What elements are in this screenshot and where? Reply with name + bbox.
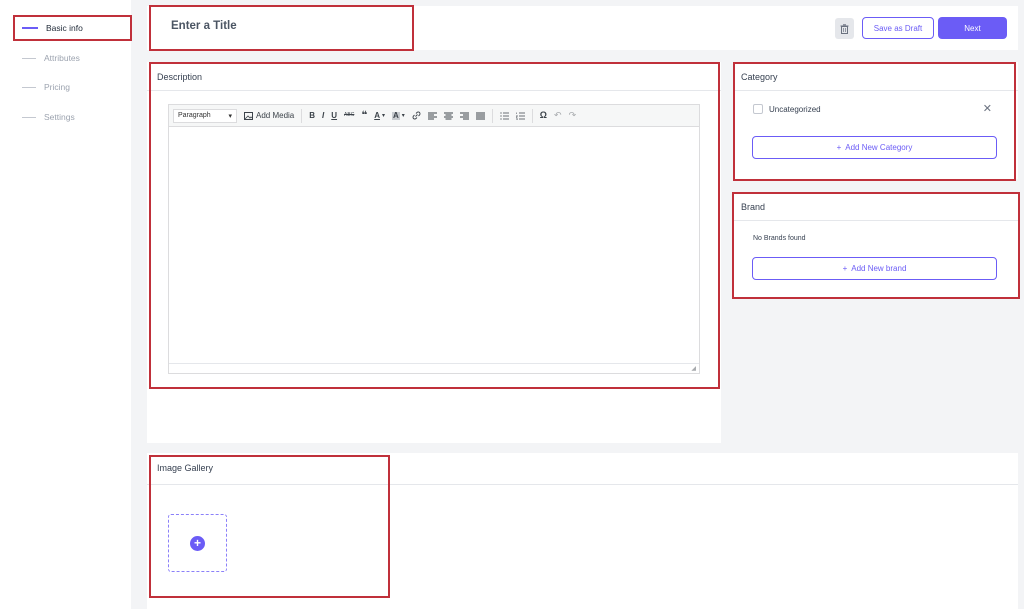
italic-icon[interactable]: I [322,111,324,120]
sidebar-item-label: Pricing [44,82,70,92]
category-title: Category [741,72,778,82]
toolbar-separator [301,108,303,123]
strikethrough-icon[interactable]: ABC [344,113,354,118]
plus-icon: + [836,143,842,152]
delete-button[interactable] [835,18,854,39]
editor-statusbar: ◢ [169,363,699,373]
category-checkbox[interactable] [753,104,763,114]
divider [733,220,1018,221]
toolbar-separator [531,108,533,123]
align-left-icon[interactable] [427,112,437,120]
sidebar-item-basic-info[interactable]: Basic info [22,23,83,33]
link-icon[interactable] [412,111,421,120]
brand-title: Brand [741,202,766,212]
sidebar: Basic info Attributes Pricing Settings [0,0,131,609]
editor-toolbar: Paragraph ▾ Add Media B I U ABC ❝ A ▾ A ▾ [169,105,699,127]
sidebar-item-label: Basic info [46,23,83,33]
close-icon[interactable]: ✕ [983,102,992,115]
dash-indicator [22,57,36,59]
rich-text-editor[interactable]: Paragraph ▾ Add Media B I U ABC ❝ A ▾ A ▾ [168,104,700,374]
chevron-down-icon: ▾ [228,112,232,120]
header-bar: Save as Draft Next [147,6,1018,50]
description-title: Description [157,72,203,82]
dash-indicator [22,86,36,88]
underline-icon[interactable]: U [331,111,337,120]
add-category-button[interactable]: + Add New Category [752,136,997,159]
add-brand-label: Add New brand [851,264,907,273]
undo-icon[interactable]: ↶ [554,111,562,120]
toolbar-separator [491,108,493,123]
plus-icon: + [842,264,848,273]
image-icon [244,111,253,120]
category-item[interactable]: Uncategorized [753,104,821,114]
add-category-label: Add New Category [845,143,913,152]
divider [147,90,721,91]
active-indicator [22,27,38,29]
category-panel: Category Uncategorized ✕ + Add New Categ… [733,62,1018,179]
add-media-label: Add Media [256,111,295,120]
sidebar-item-label: Settings [44,112,75,122]
sidebar-item-attributes[interactable]: Attributes [22,53,80,63]
align-right-icon[interactable] [459,112,469,120]
bold-icon[interactable]: B [309,111,315,120]
category-item-label: Uncategorized [769,104,821,114]
description-panel: Description Paragraph ▾ Add Media B I U … [147,62,721,443]
add-brand-button[interactable]: + Add New brand [752,257,997,280]
divider [733,90,1018,91]
brand-panel: Brand No Brands found + Add New brand [733,192,1018,298]
sidebar-item-settings[interactable]: Settings [22,112,75,122]
align-justify-icon[interactable] [475,112,485,120]
sidebar-item-pricing[interactable]: Pricing [22,82,70,92]
paragraph-select-value: Paragraph [178,112,211,119]
paragraph-select[interactable]: Paragraph ▾ [173,108,237,123]
numbered-list-icon[interactable] [515,112,525,120]
trash-icon [840,23,849,34]
next-button[interactable]: Next [938,17,1007,39]
align-center-icon[interactable] [443,112,453,120]
add-media-button[interactable]: Add Media [244,111,294,120]
title-input[interactable] [171,20,391,32]
text-color-icon[interactable]: A ▾ [374,111,385,120]
blockquote-icon[interactable]: ❝ [361,110,367,121]
image-upload-button[interactable]: + [168,514,227,572]
save-draft-button[interactable]: Save as Draft [862,17,934,39]
divider [147,484,1018,485]
bullet-list-icon[interactable] [500,111,509,120]
redo-icon[interactable]: ↷ [569,111,577,120]
plus-circle-icon: + [190,535,205,551]
gallery-title: Image Gallery [157,463,214,473]
empty-state-text: No Brands found [753,235,806,242]
resize-handle-icon[interactable]: ◢ [691,365,696,372]
dash-indicator [22,116,36,118]
special-character-icon[interactable]: Ω [540,111,547,120]
image-gallery-panel: Image Gallery + [147,453,1018,609]
background-color-icon[interactable]: A ▾ [392,111,405,120]
sidebar-item-label: Attributes [44,53,80,63]
